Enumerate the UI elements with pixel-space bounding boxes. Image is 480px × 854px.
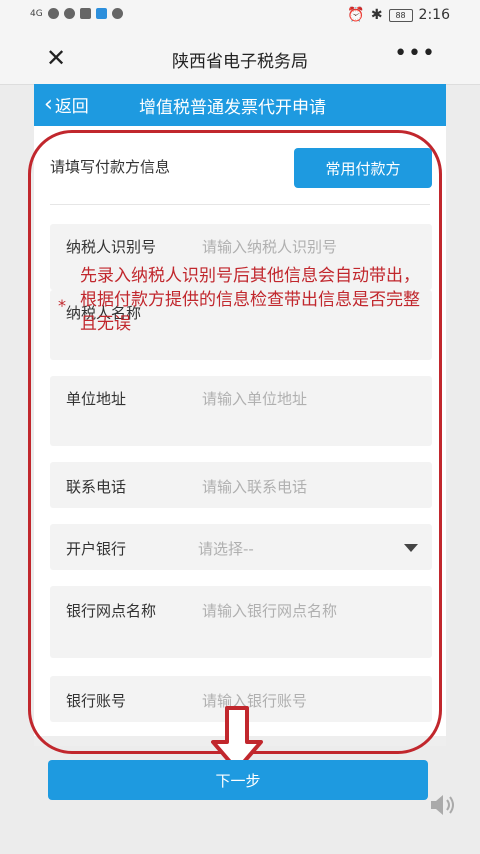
status-bar: 4G ⏰ ✱ 88 2:16: [0, 0, 480, 34]
sync-icon: [111, 8, 123, 19]
back-label: 返回: [54, 97, 89, 117]
message-icon: [79, 8, 91, 19]
status-right: ⏰ ✱ 88 2:16: [347, 7, 450, 23]
chevron-left-icon: ‹: [44, 91, 53, 117]
required-mark: *: [58, 296, 66, 315]
back-button[interactable]: ‹ 返回: [44, 92, 89, 117]
app-icon: [95, 8, 107, 19]
status-left: 4G: [30, 8, 123, 19]
annotation-note: 先录入纳税人识别号后其他信息会自动带出，根据付款方提供的信息检查带出信息是否完整…: [80, 266, 420, 334]
battery-icon: 88: [388, 8, 413, 22]
alarm-icon: ⏰: [347, 7, 365, 23]
next-step-button[interactable]: 下一步: [48, 760, 428, 800]
more-icon[interactable]: •••: [394, 40, 436, 68]
app-title-bar: ✕ 陕西省电子税务局 •••: [0, 34, 480, 85]
page-header: ‹ 返回 增值税普通发票代开申请: [34, 84, 446, 126]
notification-icon: [47, 8, 59, 19]
bluetooth-icon: ✱: [370, 7, 383, 23]
annotation-outline: [28, 130, 442, 754]
page-title: 增值税普通发票代开申请: [139, 98, 326, 118]
signal-indicator: 4G: [30, 8, 43, 19]
chat-icon: [63, 8, 75, 19]
clock: 2:16: [418, 7, 450, 23]
speaker-icon[interactable]: [428, 790, 458, 820]
